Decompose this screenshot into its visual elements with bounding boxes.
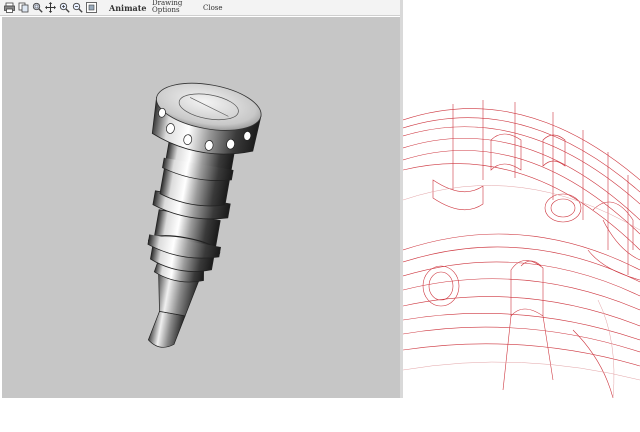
cad-viewer-window: Animate Drawing Options Close bbox=[0, 0, 403, 398]
wireframe-drawing bbox=[402, 100, 640, 399]
bottom-whitespace bbox=[0, 398, 640, 432]
print-icon[interactable] bbox=[4, 2, 15, 13]
drawing-options-label-line2: Options bbox=[152, 6, 180, 14]
3d-model-render bbox=[147, 82, 262, 348]
fit-view-icon[interactable] bbox=[86, 2, 97, 13]
animate-button[interactable]: Animate bbox=[109, 3, 147, 13]
close-button[interactable]: Close bbox=[203, 4, 223, 12]
zoom-area-icon[interactable] bbox=[32, 2, 43, 13]
3d-viewport[interactable] bbox=[2, 17, 402, 398]
viewer-toolbar: Animate Drawing Options Close bbox=[0, 0, 402, 16]
pan-icon[interactable] bbox=[45, 2, 56, 13]
zoom-out-icon[interactable] bbox=[72, 2, 83, 13]
copy-icon[interactable] bbox=[18, 2, 29, 13]
zoom-in-icon[interactable] bbox=[59, 2, 70, 13]
drawing-options-button[interactable]: Drawing Options bbox=[152, 0, 182, 14]
wireframe-render bbox=[402, 100, 640, 399]
